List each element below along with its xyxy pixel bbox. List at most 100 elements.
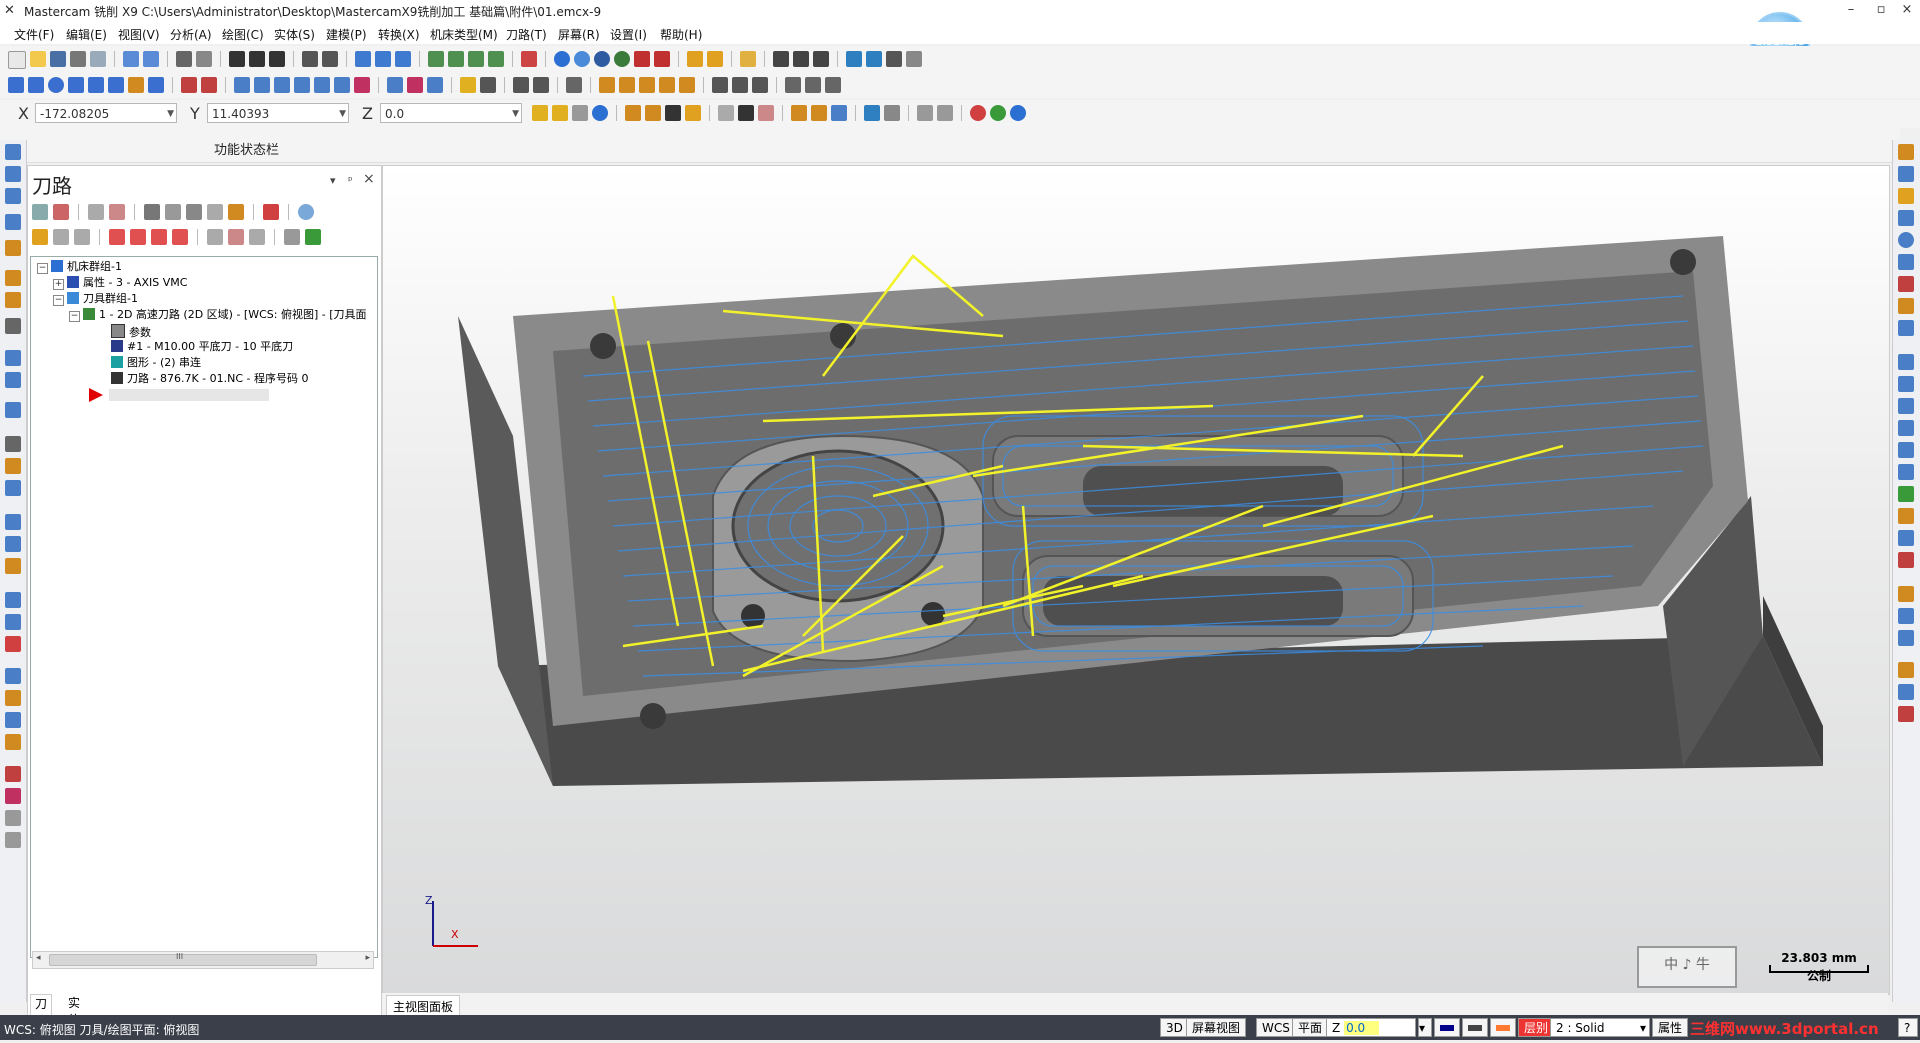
edge-select-icon[interactable] bbox=[884, 105, 900, 121]
level-color-icon[interactable] bbox=[1462, 1018, 1488, 1037]
rt-icon-3[interactable] bbox=[1898, 188, 1914, 204]
single-op-icon[interactable] bbox=[207, 229, 223, 245]
scroll-thumb[interactable]: III bbox=[49, 952, 317, 966]
lt-icon-16[interactable] bbox=[5, 536, 21, 552]
panel-pin-button[interactable]: ᵖ bbox=[348, 174, 353, 187]
face-select-icon[interactable] bbox=[864, 105, 880, 121]
revolve-icon[interactable] bbox=[639, 77, 655, 93]
result-icon[interactable] bbox=[811, 105, 827, 121]
settings-icon[interactable] bbox=[846, 51, 862, 67]
lt-icon-17[interactable] bbox=[5, 558, 21, 574]
chevron-down-icon[interactable]: ▾ bbox=[1640, 1019, 1646, 1038]
simulate-icon[interactable] bbox=[186, 204, 202, 220]
horizontal-scrollbar[interactable]: ◂ III ▸ bbox=[32, 951, 374, 969]
scroll-right-icon[interactable]: ▸ bbox=[365, 953, 370, 963]
edit-icon[interactable] bbox=[305, 229, 321, 245]
rt-icon-25[interactable] bbox=[1898, 706, 1914, 722]
menu-analyze[interactable]: 分析(A) bbox=[170, 26, 212, 43]
tree-node-toolpath[interactable]: 刀路 - 876.7K - 01.NC - 程序号码 0 bbox=[111, 372, 309, 386]
cursor-icon[interactable] bbox=[738, 105, 754, 121]
select-all-icon[interactable] bbox=[665, 105, 681, 121]
note-icon[interactable] bbox=[460, 77, 476, 93]
select-window-icon[interactable] bbox=[645, 105, 661, 121]
help-icon[interactable] bbox=[592, 105, 608, 121]
rt-icon-8[interactable] bbox=[1898, 298, 1914, 314]
lt-icon-2[interactable] bbox=[5, 166, 21, 182]
label-icon[interactable] bbox=[480, 77, 496, 93]
view-top-icon[interactable] bbox=[428, 51, 444, 67]
menu-machine-type[interactable]: 机床类型(M) bbox=[430, 26, 498, 43]
measure-icon[interactable] bbox=[813, 51, 829, 67]
point-icon[interactable] bbox=[8, 77, 24, 93]
loft-icon[interactable] bbox=[619, 77, 635, 93]
help-ops-icon[interactable] bbox=[298, 204, 314, 220]
rt-icon-22[interactable] bbox=[1898, 630, 1914, 646]
trim-icon[interactable] bbox=[181, 77, 197, 93]
select-chain-icon[interactable] bbox=[625, 105, 641, 121]
lt-icon-25[interactable] bbox=[5, 766, 21, 782]
hatch-icon[interactable] bbox=[566, 77, 582, 93]
toggle-display-icon[interactable] bbox=[53, 229, 69, 245]
lock-icon[interactable] bbox=[32, 229, 48, 245]
properties-button[interactable]: 属性 bbox=[1652, 1018, 1689, 1037]
highlight-icon[interactable] bbox=[740, 51, 756, 67]
menu-edit[interactable]: 编辑(E) bbox=[66, 26, 107, 43]
lt-icon-1[interactable] bbox=[5, 144, 21, 160]
tree-node-properties[interactable]: 属性 - 3 - AXIS VMC bbox=[67, 276, 187, 290]
lt-icon-9[interactable] bbox=[5, 350, 21, 366]
stretch-icon[interactable] bbox=[334, 77, 350, 93]
lt-icon-14[interactable] bbox=[5, 480, 21, 496]
clear-colors-icon[interactable] bbox=[758, 105, 774, 121]
zoom-target-icon[interactable] bbox=[249, 51, 265, 67]
lt-icon-21[interactable] bbox=[5, 668, 21, 684]
graphics-viewport[interactable]: X Z 中 ♪ 牛 23.803 mm 公制 bbox=[382, 165, 1890, 995]
chevron-down-icon[interactable]: ▼ bbox=[339, 104, 346, 124]
dimension-v-icon[interactable] bbox=[533, 77, 549, 93]
help2-icon[interactable] bbox=[1010, 105, 1026, 121]
menu-settings[interactable]: 设置(I) bbox=[610, 26, 647, 43]
lt-icon-5[interactable] bbox=[5, 240, 21, 256]
show-stock-icon[interactable] bbox=[249, 229, 265, 245]
lt-icon-20[interactable] bbox=[5, 636, 21, 652]
help-button[interactable]: ? bbox=[1898, 1018, 1918, 1037]
selection-filter-icon[interactable] bbox=[917, 105, 933, 121]
solid-select-icon[interactable] bbox=[831, 105, 847, 121]
minimize-button[interactable]: – bbox=[1836, 0, 1866, 22]
rt-icon-15[interactable] bbox=[1898, 464, 1914, 480]
g1-post-icon[interactable] bbox=[207, 204, 223, 220]
rt-icon-1[interactable] bbox=[1898, 144, 1914, 160]
rt-icon-18[interactable] bbox=[1898, 530, 1914, 546]
lt-icon-26[interactable] bbox=[5, 788, 21, 804]
rt-icon-4[interactable] bbox=[1898, 210, 1914, 226]
rt-icon-20[interactable] bbox=[1898, 586, 1914, 602]
shape-icon[interactable] bbox=[128, 77, 144, 93]
panel-menu-dropdown[interactable]: ▾ bbox=[330, 174, 336, 187]
z-depth-field[interactable]: Z 0.0 bbox=[1326, 1018, 1416, 1037]
tool-icon[interactable] bbox=[732, 77, 748, 93]
new-file-icon[interactable] bbox=[8, 51, 26, 69]
lt-icon-23[interactable] bbox=[5, 712, 21, 728]
stock-icon[interactable] bbox=[752, 77, 768, 93]
lt-icon-19[interactable] bbox=[5, 614, 21, 630]
tree-node-tool-group[interactable]: 刀具群组-1 bbox=[67, 292, 138, 306]
scale-icon[interactable] bbox=[314, 77, 330, 93]
view-front-icon[interactable] bbox=[448, 51, 464, 67]
button-3d[interactable]: 3D bbox=[1160, 1018, 1189, 1037]
print-icon[interactable] bbox=[70, 51, 86, 67]
lt-icon-13[interactable] bbox=[5, 458, 21, 474]
y-coordinate-input[interactable]: 11.40393 ▼ bbox=[207, 103, 349, 123]
zoom-in-icon[interactable] bbox=[322, 51, 338, 67]
tab-main-viewport[interactable]: 主视图面板 bbox=[386, 995, 461, 1017]
z-depth-dropdown[interactable]: ▾ bbox=[1418, 1018, 1432, 1037]
z-coordinate-input[interactable]: 0.0 ▼ bbox=[380, 103, 522, 123]
undo-icon[interactable] bbox=[123, 51, 139, 67]
sweep-icon[interactable] bbox=[659, 77, 675, 93]
open-file-icon[interactable] bbox=[30, 51, 46, 67]
scroll-to-icon[interactable] bbox=[172, 229, 188, 245]
collapse-machine-group[interactable]: − bbox=[37, 263, 48, 274]
chevron-down-icon[interactable]: ▼ bbox=[167, 104, 174, 124]
color-icon[interactable] bbox=[1434, 1018, 1460, 1037]
lt-icon-10[interactable] bbox=[5, 372, 21, 388]
menu-help[interactable]: 帮助(H) bbox=[660, 26, 702, 43]
fast-point-icon[interactable] bbox=[552, 105, 568, 121]
